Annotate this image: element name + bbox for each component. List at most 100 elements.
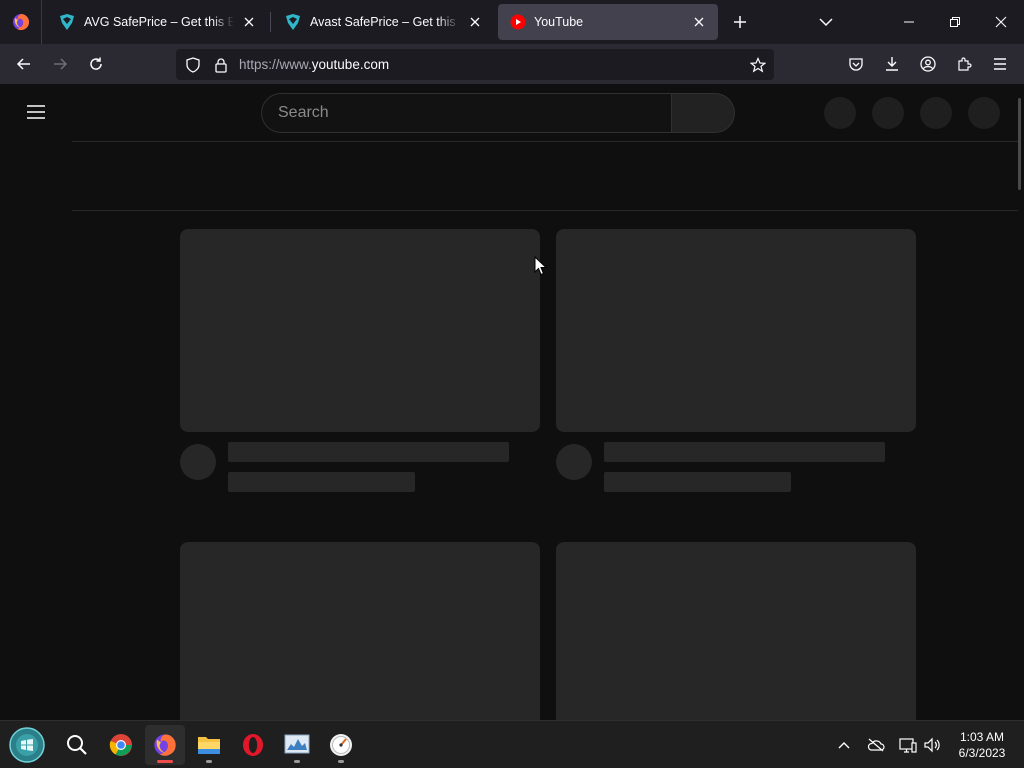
youtube-icon bbox=[510, 14, 526, 30]
firefox-icon bbox=[12, 14, 29, 31]
meta-placeholder bbox=[228, 472, 415, 492]
avatar-placeholder bbox=[968, 97, 1000, 129]
tab-title: AVG SafePrice – Get this Extension bbox=[84, 15, 234, 29]
back-button[interactable] bbox=[10, 50, 38, 78]
taskbar-clock[interactable]: 1:03 AM 6/3/2023 bbox=[940, 729, 1024, 761]
plus-icon bbox=[734, 16, 746, 28]
page-scrollbar[interactable] bbox=[1018, 98, 1021, 190]
restore-icon bbox=[950, 17, 960, 27]
youtube-search-button[interactable] bbox=[671, 93, 735, 133]
placeholder-button bbox=[872, 97, 904, 129]
close-icon[interactable] bbox=[240, 13, 258, 31]
puzzle-piece-icon bbox=[958, 57, 972, 71]
firefox-icon bbox=[154, 734, 176, 756]
video-thumbnail-placeholder bbox=[180, 229, 540, 432]
chevron-down-icon bbox=[819, 18, 833, 27]
search-icon bbox=[67, 735, 87, 755]
title-placeholder bbox=[228, 442, 509, 462]
channel-avatar-placeholder bbox=[180, 444, 216, 480]
onedrive-tray-button[interactable] bbox=[864, 733, 888, 757]
running-indicator bbox=[338, 760, 344, 763]
clock-date: 6/3/2023 bbox=[958, 746, 1006, 760]
network-tray-button[interactable] bbox=[896, 733, 920, 757]
lock-icon[interactable] bbox=[212, 56, 230, 74]
chrome-icon bbox=[109, 734, 132, 756]
start-button[interactable] bbox=[7, 725, 47, 765]
forward-button[interactable] bbox=[46, 50, 74, 78]
tab-title: YouTube bbox=[534, 15, 584, 29]
start-orb-icon bbox=[9, 727, 45, 763]
minimize-button[interactable] bbox=[886, 0, 932, 44]
tab-strip: AVG SafePrice – Get this Extension Avast… bbox=[0, 0, 1024, 44]
chip-bar-placeholder bbox=[72, 141, 1018, 211]
taskbar-opera[interactable] bbox=[233, 725, 273, 765]
avg-shield-icon bbox=[60, 14, 74, 30]
tab-youtube[interactable]: YouTube bbox=[498, 4, 718, 40]
chevron-up-icon bbox=[838, 742, 850, 749]
pocket-button[interactable] bbox=[842, 50, 870, 78]
minimize-icon bbox=[904, 21, 914, 23]
show-hidden-icons-button[interactable] bbox=[832, 733, 856, 757]
tab-avast-safeprice[interactable]: Avast SafePrice – Get this Extension bbox=[272, 4, 494, 40]
youtube-search-input[interactable] bbox=[261, 93, 671, 133]
pocket-icon bbox=[849, 58, 863, 71]
arrow-right-icon bbox=[54, 58, 68, 70]
navigation-toolbar: https://www.youtube.com bbox=[0, 44, 1024, 84]
taskbar-task-manager[interactable] bbox=[277, 725, 317, 765]
firefox-view-button[interactable] bbox=[0, 0, 42, 44]
tab-separator bbox=[270, 12, 271, 32]
taskbar-file-explorer[interactable] bbox=[189, 725, 229, 765]
video-thumbnail-placeholder bbox=[180, 542, 540, 720]
arrow-left-icon bbox=[16, 58, 30, 70]
close-icon[interactable] bbox=[466, 13, 484, 31]
extensions-button[interactable] bbox=[950, 50, 978, 78]
windows-taskbar: 1:03 AM 6/3/2023 bbox=[0, 720, 1024, 768]
avast-shield-icon bbox=[286, 14, 300, 30]
close-window-button[interactable] bbox=[978, 0, 1024, 44]
channel-avatar-placeholder bbox=[556, 444, 592, 480]
taskbar-search-button[interactable] bbox=[57, 725, 97, 765]
clock-time: 1:03 AM bbox=[959, 730, 1005, 744]
speaker-icon bbox=[924, 737, 940, 753]
video-thumbnail-placeholder bbox=[556, 542, 916, 720]
meta-placeholder bbox=[604, 472, 791, 492]
task-manager-icon bbox=[284, 734, 310, 754]
hamburger-menu-icon bbox=[994, 58, 1006, 70]
folder-icon bbox=[198, 737, 220, 754]
account-button[interactable] bbox=[914, 50, 942, 78]
reload-button[interactable] bbox=[82, 50, 110, 78]
url-text[interactable]: https://www.youtube.com bbox=[239, 57, 389, 72]
title-placeholder bbox=[604, 442, 885, 462]
tracking-protection-shield-icon[interactable] bbox=[184, 56, 202, 74]
tab-avg-safeprice[interactable]: AVG SafePrice – Get this Extension bbox=[46, 4, 268, 40]
download-icon bbox=[886, 57, 898, 71]
cloud-offline-icon bbox=[867, 738, 885, 752]
video-thumbnail-placeholder bbox=[556, 229, 916, 432]
new-tab-button[interactable] bbox=[726, 8, 754, 36]
taskbar-firefox[interactable] bbox=[145, 725, 185, 765]
bookmark-star-icon[interactable] bbox=[749, 56, 767, 74]
taskbar-clock-app[interactable] bbox=[321, 725, 361, 765]
list-all-tabs-button[interactable] bbox=[812, 8, 840, 36]
youtube-page bbox=[0, 84, 1024, 720]
reload-icon bbox=[90, 57, 102, 70]
running-indicator bbox=[206, 760, 212, 763]
url-host: youtube.com bbox=[311, 57, 390, 72]
url-scheme: https://www. bbox=[239, 57, 312, 72]
placeholder-button bbox=[824, 97, 856, 129]
taskbar-chrome[interactable] bbox=[101, 725, 141, 765]
close-icon[interactable] bbox=[690, 13, 708, 31]
running-indicator bbox=[294, 760, 300, 763]
restore-button[interactable] bbox=[932, 0, 978, 44]
account-icon bbox=[920, 56, 936, 72]
guide-menu-button[interactable] bbox=[22, 100, 50, 124]
url-bar[interactable]: https://www.youtube.com bbox=[176, 49, 774, 80]
opera-icon bbox=[243, 734, 263, 756]
gauge-icon bbox=[330, 734, 352, 756]
tab-title: Avast SafePrice – Get this Extension bbox=[310, 15, 460, 29]
running-indicator bbox=[157, 760, 173, 763]
downloads-button[interactable] bbox=[878, 50, 906, 78]
hamburger-menu-icon bbox=[27, 105, 45, 119]
app-menu-button[interactable] bbox=[986, 50, 1014, 78]
network-icon bbox=[899, 738, 917, 753]
